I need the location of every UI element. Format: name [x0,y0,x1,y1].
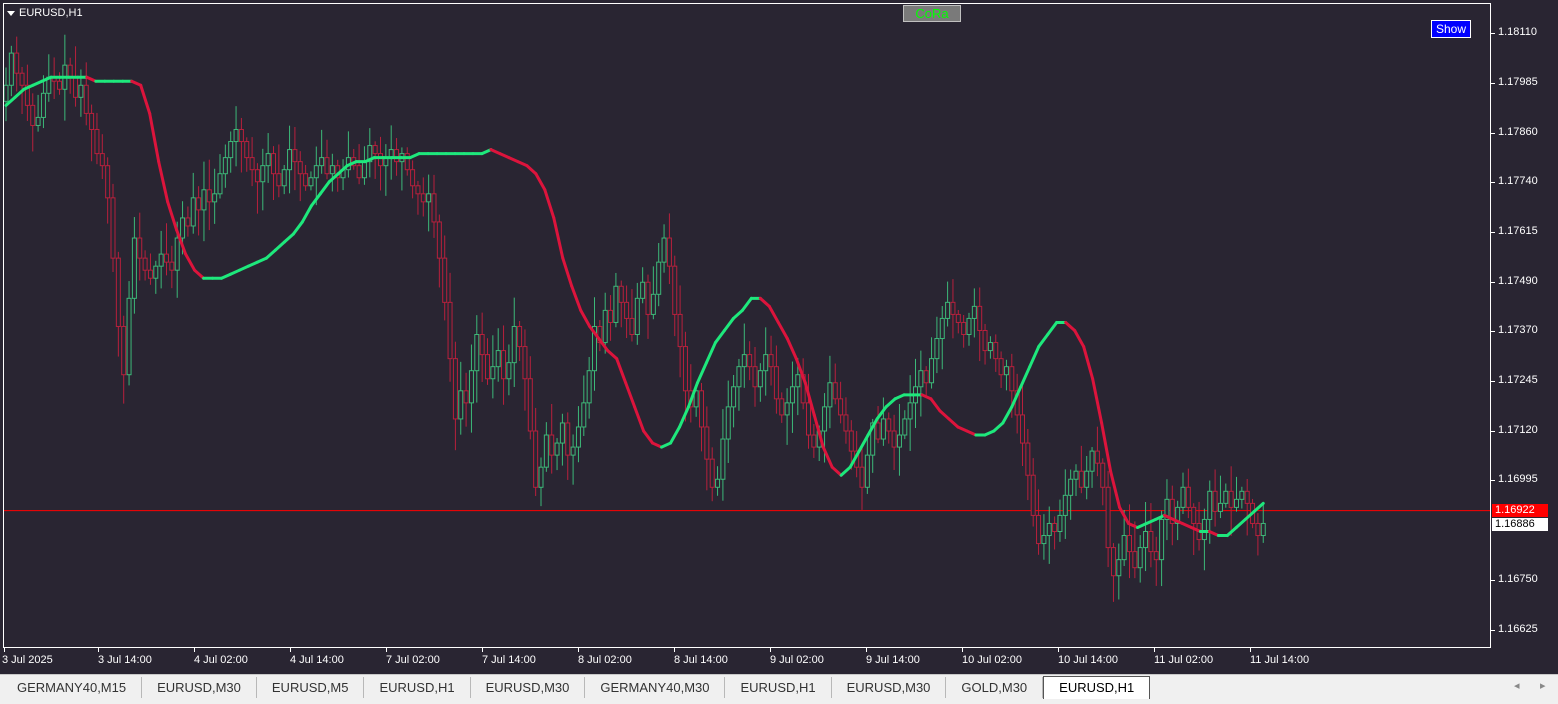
scroll-left-icon[interactable]: ◂ [1514,679,1520,692]
price-label: 1.17985 [1498,76,1538,88]
time-label: 3 Jul 2025 [2,654,53,666]
price-label: 1.17490 [1498,275,1538,287]
dropdown-triangle-icon[interactable] [7,10,15,16]
chart-tab[interactable]: GERMANY40,M30 [585,677,726,698]
price-tick [1491,133,1495,134]
price-label: 1.17370 [1498,324,1538,336]
price-tick [1491,630,1495,631]
time-label: 9 Jul 14:00 [866,654,920,666]
time-tick [4,648,5,652]
tab-list: GERMANY40,M15 EURUSD,M30 EURUSD,M5 EURUSD,H… [2,676,1151,699]
price-tick [1491,282,1495,283]
price-label: 1.17245 [1498,374,1538,386]
time-label: 10 Jul 14:00 [1058,654,1118,666]
time-label: 4 Jul 02:00 [194,654,248,666]
time-label: 11 Jul 14:00 [1250,654,1310,666]
ask-price-tag: 1.16886 [1492,518,1548,531]
bid-price-tag: 1.16922 [1492,504,1548,517]
price-label: 1.18110 [1498,26,1537,38]
time-tick [194,648,195,652]
price-tick [1491,232,1495,233]
chart-tab[interactable]: EURUSD,M5 [257,677,365,698]
chart-tab[interactable]: EURUSD,M30 [471,677,586,698]
price-tick [1491,431,1495,432]
time-tick [578,648,579,652]
time-tick [1058,648,1059,652]
chart-tab[interactable]: EURUSD,H1 [364,677,471,698]
price-label: 1.17740 [1498,175,1538,187]
price-tick [1491,580,1495,581]
time-label: 11 Jul 02:00 [1154,654,1214,666]
symbol-label: EURUSD,H1 [19,7,83,19]
chart-tab[interactable]: EURUSD,H1 [725,677,832,698]
price-label: 1.17860 [1498,126,1538,138]
price-tick [1491,331,1495,332]
time-tick [290,648,291,652]
time-label: 8 Jul 02:00 [578,654,632,666]
price-label: 1.16750 [1498,573,1538,585]
time-label: 4 Jul 14:00 [290,654,344,666]
time-tick [98,648,99,652]
time-tick [770,648,771,652]
price-tick [1491,381,1495,382]
price-label: 1.17615 [1498,225,1538,237]
price-tick [1491,480,1495,481]
price-label: 1.16625 [1498,623,1538,635]
chart-tab[interactable]: GOLD,M30 [946,677,1044,698]
time-label: 7 Jul 02:00 [386,654,440,666]
show-button[interactable]: Show [1431,20,1471,38]
chart-tab-bar: GERMANY40,M15 EURUSD,M30 EURUSD,M5 EURUSD,H… [0,674,1558,704]
price-tick [1491,83,1495,84]
time-tick [1250,648,1251,652]
chart-tab[interactable]: EURUSD,H1 [1043,676,1151,699]
time-label: 7 Jul 14:00 [482,654,536,666]
time-tick [674,648,675,652]
price-tick [1491,182,1495,183]
time-tick [866,648,867,652]
time-label: 9 Jul 02:00 [770,654,824,666]
scroll-right-icon[interactable]: ▸ [1540,679,1546,692]
time-tick [962,648,963,652]
time-label: 8 Jul 14:00 [674,654,728,666]
time-tick [386,648,387,652]
time-tick [482,648,483,652]
price-label: 1.17120 [1498,424,1538,436]
price-tick [1491,33,1495,34]
plot-frame [3,3,1491,648]
time-label: 10 Jul 02:00 [962,654,1022,666]
time-tick [1154,648,1155,652]
price-label: 1.16995 [1498,473,1538,485]
indicator-label: CoRa [903,5,961,22]
chart-tab[interactable]: EURUSD,M30 [142,677,257,698]
time-label: 3 Jul 14:00 [98,654,152,666]
chart-tab[interactable]: EURUSD,M30 [832,677,947,698]
chart-tab[interactable]: GERMANY40,M15 [2,677,143,698]
chart-symbol-title[interactable]: EURUSD,H1 [7,7,83,19]
